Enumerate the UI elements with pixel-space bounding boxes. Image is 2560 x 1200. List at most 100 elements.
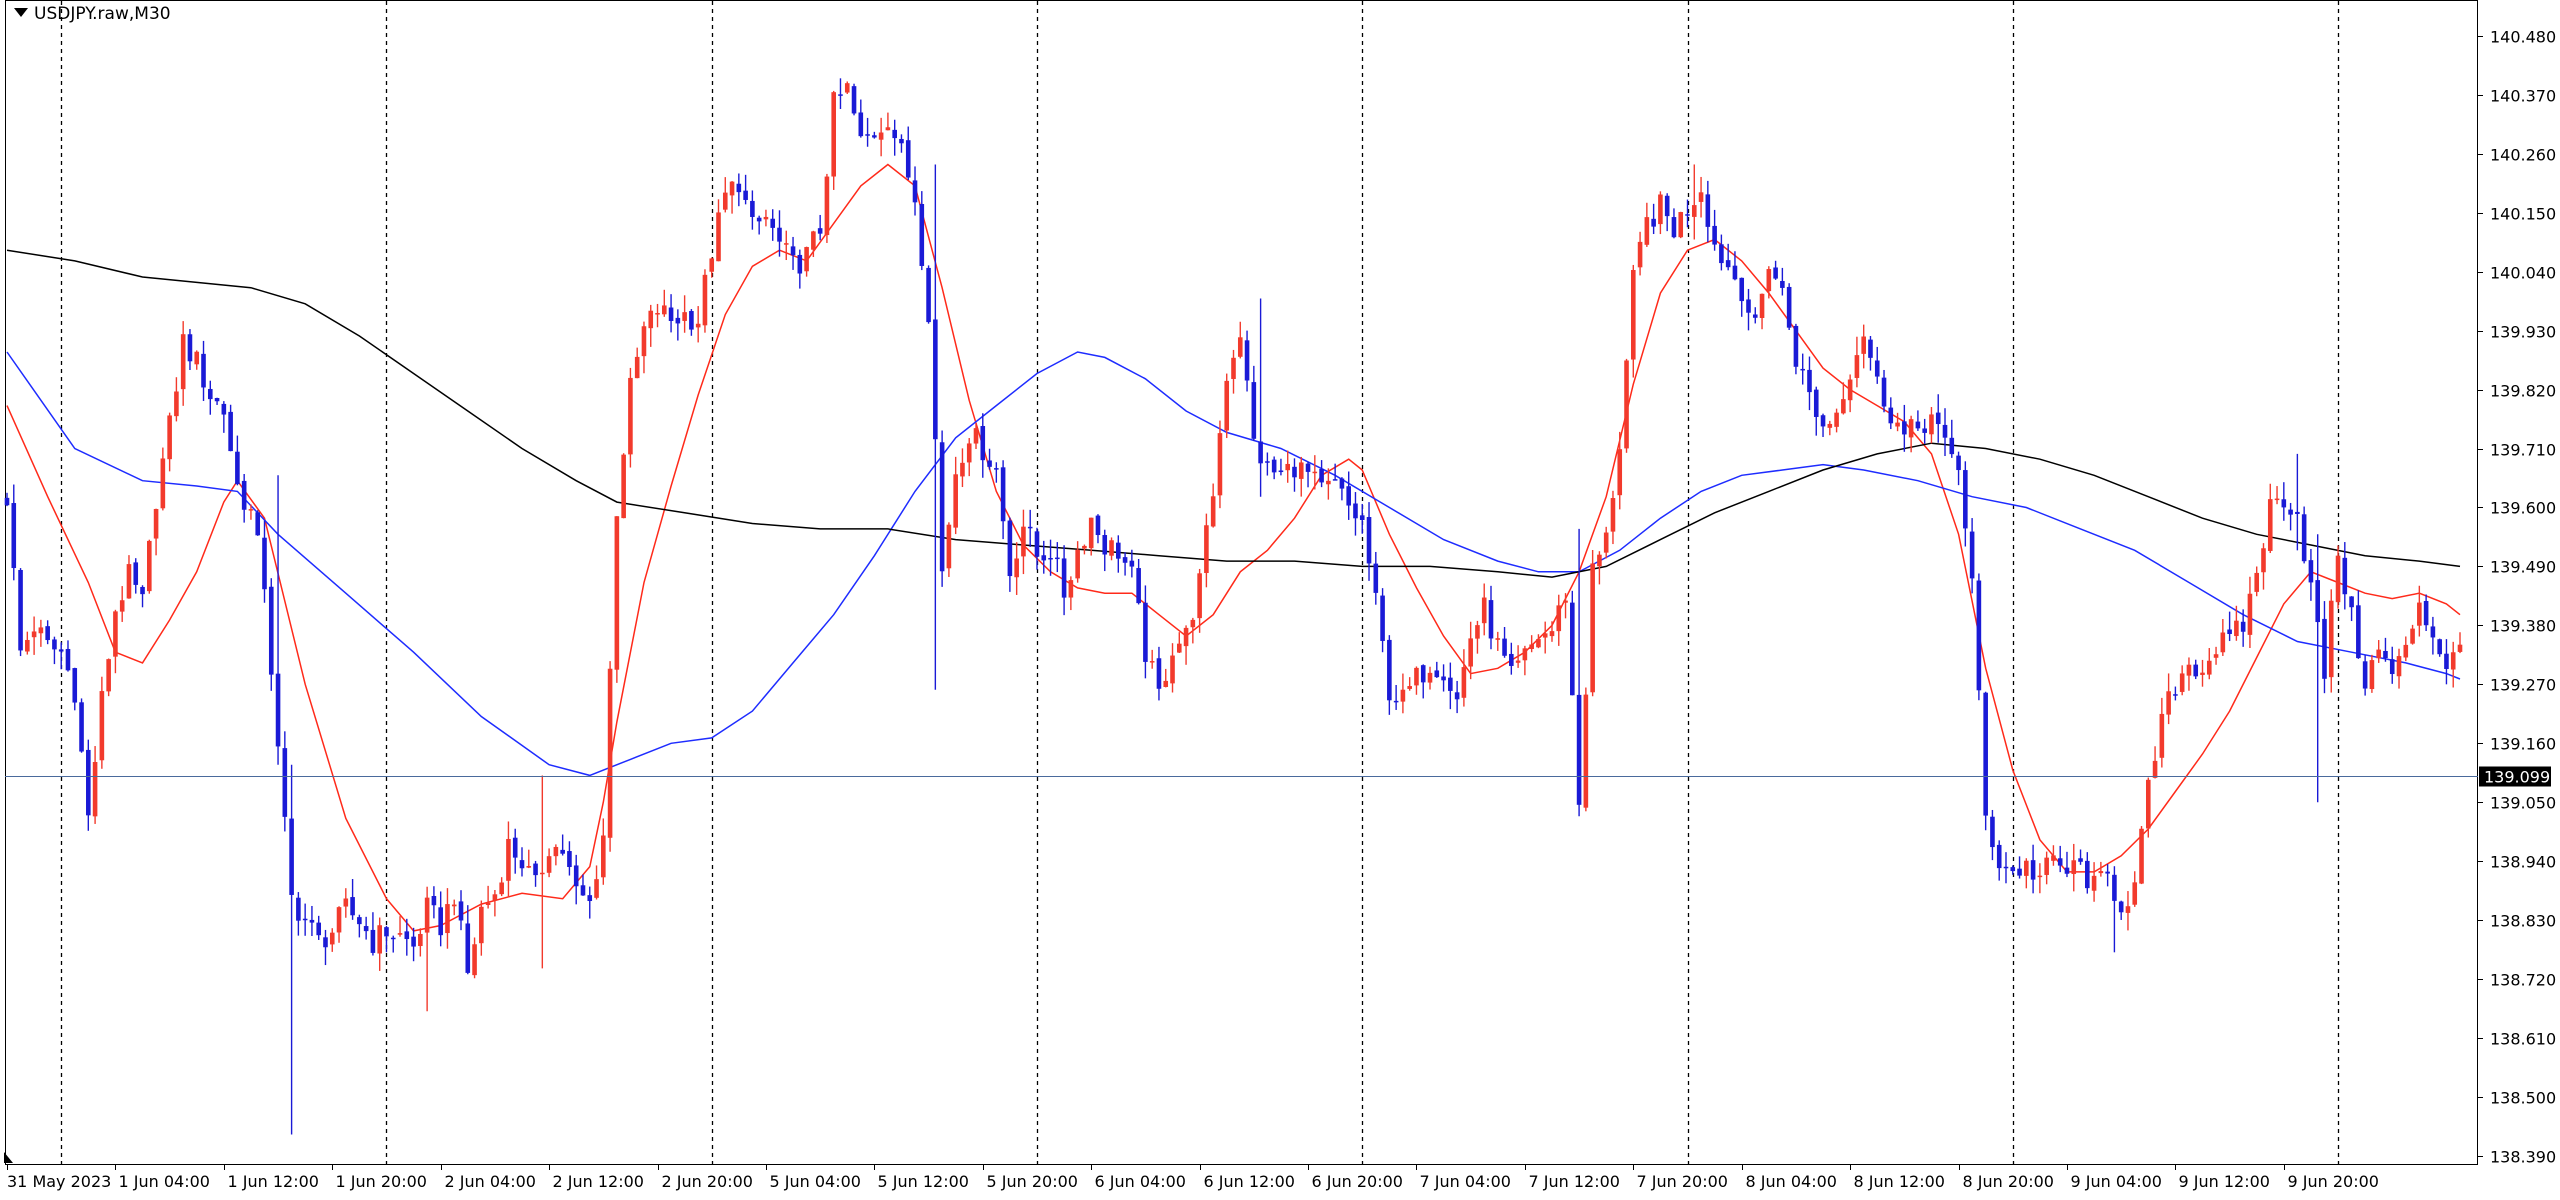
candle-bear	[1685, 214, 1690, 216]
candle-bull	[1014, 558, 1019, 578]
candle-bear	[2078, 858, 2083, 862]
candle-bear	[1393, 700, 1399, 703]
chart-title[interactable]: USDJPY.raw,M30	[14, 4, 171, 24]
candle-bull	[2037, 875, 2043, 878]
candle-bull	[2166, 691, 2171, 715]
candle-bear	[275, 673, 281, 747]
candle-bear	[1041, 555, 1047, 561]
y-tick-label: 140.480	[2490, 28, 2556, 47]
x-tick-label: 9 Jun 12:00	[2179, 1172, 2270, 1191]
candle-bear	[2288, 509, 2293, 515]
candle-bear	[1251, 382, 1257, 439]
candle-bull	[966, 443, 972, 463]
candle-bull	[1414, 667, 1419, 686]
candle-bear	[1502, 638, 1507, 656]
candle-bull	[1312, 471, 1318, 474]
candle-bull	[885, 127, 891, 131]
candle-bear	[431, 896, 437, 906]
y-tick-label: 138.390	[2490, 1148, 2556, 1167]
candle-bull	[2200, 672, 2205, 675]
x-tick-label: 7 Jun 12:00	[1529, 1172, 1620, 1191]
candle-bull	[2274, 498, 2280, 501]
y-tick-label: 140.370	[2490, 87, 2556, 106]
candle-bull	[2254, 572, 2260, 592]
candle-bull	[1176, 643, 1182, 653]
candle-bear	[1102, 535, 1108, 555]
collapse-triangle-icon[interactable]	[14, 8, 28, 17]
candle-bear	[1956, 455, 1961, 471]
candle-bull	[418, 933, 423, 947]
candle-bull	[1522, 648, 1528, 661]
candle-bear	[228, 411, 233, 452]
time-axis[interactable]: 31 May 2023 1 Jun 04:00 1 Jun 12:00 1 Jun 2…	[7, 1164, 2379, 1191]
candle-bull	[1929, 414, 1934, 435]
candle-bull	[1163, 680, 1169, 687]
candle-bull	[1597, 554, 1602, 567]
candle-bear	[1922, 428, 1927, 433]
candle-bull	[194, 351, 200, 365]
candle-bull	[1583, 694, 1589, 808]
candle-bull	[655, 313, 660, 315]
chart-window[interactable]: 140.480 140.370 140.260 140.150 140.040 139.9…	[0, 0, 2560, 1200]
candle-bull	[2403, 644, 2409, 658]
candle-bear	[1380, 595, 1385, 641]
x-tick-label: 8 Jun 20:00	[1963, 1172, 2054, 1191]
candle-bear	[309, 919, 315, 923]
candle-bull	[25, 639, 30, 652]
candle-bull	[1658, 194, 1663, 225]
candle-bear	[512, 837, 518, 858]
candle-bull	[804, 247, 809, 272]
candle-bear	[1725, 260, 1731, 268]
candle-bear	[302, 918, 308, 921]
candle-bear	[2430, 626, 2436, 638]
candle-bear	[2112, 874, 2117, 901]
candle-bear	[838, 94, 843, 96]
candle-bear	[1874, 360, 1880, 377]
candle-bull	[119, 600, 125, 612]
y-tick-label: 139.270	[2490, 676, 2556, 695]
candle-bear	[1942, 424, 1948, 438]
candle-bear	[872, 135, 877, 138]
candle-bear	[235, 451, 240, 485]
candle-bull	[2186, 664, 2192, 676]
candle-bear	[1773, 267, 1778, 279]
candle-bull	[1183, 627, 1189, 647]
candle-bull	[953, 474, 958, 528]
candle-bear	[2003, 866, 2009, 869]
candle-bear	[675, 317, 681, 324]
candle-bull	[1088, 517, 1094, 549]
candle-bull	[2234, 620, 2239, 637]
candle-bull	[601, 835, 606, 878]
candle-bull	[1400, 689, 1406, 702]
candle-bear	[2322, 618, 2327, 679]
candle-bear	[533, 863, 538, 876]
x-tick-label: 2 Jun 12:00	[553, 1172, 644, 1191]
candle-bull	[1542, 633, 1548, 638]
candle-bull	[783, 243, 789, 245]
candle-bear	[4, 497, 10, 506]
candle-bull	[1529, 644, 1534, 649]
candle-bull	[1407, 686, 1412, 689]
candle-bear	[2349, 596, 2354, 608]
candle-bull	[607, 668, 613, 838]
y-tick-label: 138.830	[2490, 912, 2556, 931]
y-tick-label: 139.710	[2490, 441, 2556, 460]
x-tick-label: 1 Jun 04:00	[119, 1172, 210, 1191]
candle-bull	[2179, 673, 2185, 692]
candle-bull	[1908, 419, 1914, 438]
candle-bull	[336, 907, 342, 933]
candle-bull	[831, 92, 837, 177]
candle-bull	[485, 902, 491, 906]
candle-bear	[980, 426, 986, 461]
candle-bear	[1061, 558, 1067, 598]
x-tick-label: 9 Jun 20:00	[2288, 1172, 2379, 1191]
candle-bear	[2295, 511, 2300, 515]
candle-bull	[1237, 337, 1243, 357]
price-chart[interactable]: 140.480 140.370 140.260 140.150 140.040 139.9…	[0, 0, 2560, 1200]
candle-bear	[187, 334, 193, 362]
candle-bear	[777, 227, 782, 242]
candle-bear	[1339, 478, 1345, 489]
candle-bear	[1373, 563, 1379, 593]
candle-bear	[1000, 467, 1006, 522]
price-axis[interactable]: 140.480 140.370 140.260 140.150 140.040 139.9…	[2478, 28, 2556, 1167]
